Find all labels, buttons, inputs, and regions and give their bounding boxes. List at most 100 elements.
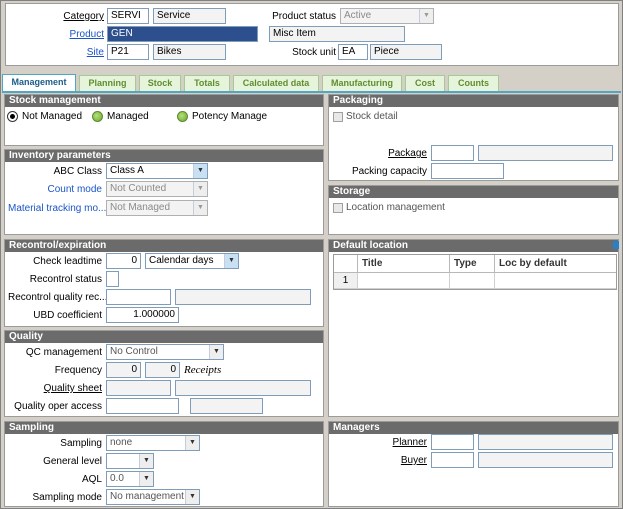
planner-label[interactable]: Planner	[333, 437, 427, 448]
quality-oper-access-label: Quality oper access	[14, 401, 102, 412]
managers-title: Managers	[329, 422, 618, 434]
aql-dropdown[interactable]: 0.0 ▼	[106, 471, 154, 487]
count-mode-dropdown[interactable]: Not Counted ▼	[106, 181, 208, 197]
product-status-value: Active	[344, 10, 372, 21]
expand-icon[interactable]	[613, 241, 619, 249]
cell-loc-by-default[interactable]	[495, 273, 616, 289]
abc-class-dropdown[interactable]: Class A ▼	[106, 163, 208, 179]
column-header-title[interactable]: Title	[358, 255, 450, 273]
sampling-title: Sampling	[5, 422, 323, 434]
recontrol-title: Recontrol/expiration	[5, 240, 323, 252]
quality-sheet-desc	[175, 380, 311, 396]
tab-management[interactable]: Management	[2, 74, 76, 92]
planner-desc	[478, 434, 613, 450]
abc-class-value: Class A	[110, 165, 144, 176]
not-managed-label: Not Managed	[22, 111, 83, 122]
material-tracking-label[interactable]: Material tracking mo...	[8, 203, 106, 214]
tab-stock[interactable]: Stock	[139, 75, 181, 91]
category-name-field: Service	[153, 8, 226, 24]
chevron-down-icon[interactable]: ▼	[224, 254, 238, 268]
qc-management-label: QC management	[25, 347, 102, 358]
chevron-down-icon[interactable]: ▼	[209, 345, 223, 359]
recontrol-quality-rec-field[interactable]	[106, 289, 171, 305]
stock-unit-label: Stock unit	[292, 47, 336, 58]
chevron-down-icon[interactable]: ▼	[193, 164, 207, 178]
managed-radio[interactable]	[92, 111, 103, 122]
check-leadtime-field[interactable]: 0	[106, 253, 141, 269]
stock-management-title: Stock management	[5, 95, 323, 107]
leadtime-unit-value: Calendar days	[149, 255, 214, 266]
package-desc	[478, 145, 613, 161]
column-header-type[interactable]: Type	[450, 255, 495, 273]
default-location-grid: Title Type Loc by default 1	[333, 254, 617, 290]
quality-oper-access-desc	[190, 398, 263, 414]
recontrol-status-field[interactable]	[106, 271, 119, 287]
tab-counts[interactable]: Counts	[448, 75, 499, 91]
site-code-field[interactable]: P21	[107, 44, 149, 60]
tab-manufacturing[interactable]: Manufacturing	[322, 75, 402, 91]
category-label[interactable]: Category	[62, 11, 104, 22]
tab-cost[interactable]: Cost	[405, 75, 445, 91]
quality-oper-access-field[interactable]	[106, 398, 179, 414]
chevron-down-icon[interactable]: ▼	[193, 182, 207, 196]
stock-unit-name-field: Piece	[370, 44, 442, 60]
stock-unit-code-field[interactable]: EA	[338, 44, 368, 60]
product-status-dropdown[interactable]: Active ▼	[340, 8, 434, 24]
chevron-down-icon[interactable]: ▼	[419, 9, 433, 23]
product-code-field[interactable]: GEN	[107, 26, 258, 42]
chevron-down-icon[interactable]: ▼	[185, 490, 199, 504]
chevron-down-icon[interactable]: ▼	[139, 454, 153, 468]
potency-manage-radio[interactable]	[177, 111, 188, 122]
product-status-label: Product status	[272, 11, 336, 22]
ubd-coefficient-field[interactable]: 1.000000	[106, 307, 179, 323]
managed-label: Managed	[107, 111, 149, 122]
chevron-down-icon[interactable]: ▼	[193, 201, 207, 215]
potency-manage-label: Potency Manage	[192, 111, 268, 122]
cell-title[interactable]	[358, 273, 450, 289]
column-header-loc-by-default[interactable]: Loc by default	[495, 255, 616, 273]
material-tracking-value: Not Managed	[110, 202, 171, 213]
sampling-dropdown[interactable]: none ▼	[106, 435, 200, 451]
buyer-field[interactable]	[431, 452, 474, 468]
category-code-field[interactable]: SERVI	[107, 8, 149, 24]
site-label[interactable]: Site	[62, 47, 104, 58]
frequency-unit-label: Receipts	[184, 364, 222, 376]
sampling-mode-dropdown[interactable]: No management ▼	[106, 489, 200, 505]
quality-title: Quality	[5, 331, 323, 343]
packing-capacity-field[interactable]	[431, 163, 504, 179]
general-level-dropdown[interactable]: ▼	[106, 453, 154, 469]
quality-sheet-field[interactable]	[106, 380, 171, 396]
tab-planning[interactable]: Planning	[79, 75, 136, 91]
abc-class-label: ABC Class	[53, 166, 102, 177]
sampling-value: none	[110, 437, 133, 448]
chevron-down-icon[interactable]: ▼	[185, 436, 199, 450]
package-label[interactable]: Package	[333, 148, 427, 159]
grid-corner	[334, 255, 358, 273]
package-field[interactable]	[431, 145, 474, 161]
material-tracking-dropdown[interactable]: Not Managed ▼	[106, 200, 208, 216]
quality-sheet-label[interactable]: Quality sheet	[10, 383, 102, 394]
recontrol-status-label: Recontrol status	[29, 274, 102, 285]
tab-totals[interactable]: Totals	[184, 75, 230, 91]
planner-field[interactable]	[431, 434, 474, 450]
location-management-checkbox[interactable]	[333, 203, 343, 213]
inventory-title: Inventory parameters	[5, 150, 323, 162]
stock-detail-label: Stock detail	[346, 111, 398, 122]
leadtime-unit-dropdown[interactable]: Calendar days ▼	[145, 253, 239, 269]
chevron-down-icon[interactable]: ▼	[139, 472, 153, 486]
recontrol-quality-rec-label: Recontrol quality rec...	[8, 292, 108, 303]
product-label[interactable]: Product	[62, 29, 104, 40]
buyer-label[interactable]: Buyer	[333, 455, 427, 466]
ubd-coefficient-label: UBD coefficient	[33, 310, 102, 321]
cell-type[interactable]	[450, 273, 495, 289]
frequency-label: Frequency	[54, 365, 102, 376]
not-managed-radio[interactable]	[7, 111, 18, 122]
tab-calculated-data[interactable]: Calculated data	[233, 75, 319, 91]
row-number[interactable]: 1	[334, 273, 358, 289]
qc-management-value: No Control	[110, 346, 158, 357]
frequency-a-field[interactable]: 0	[106, 362, 141, 378]
count-mode-label[interactable]: Count mode	[10, 184, 102, 195]
stock-detail-checkbox[interactable]	[333, 112, 343, 122]
frequency-b-field[interactable]: 0	[145, 362, 180, 378]
qc-management-dropdown[interactable]: No Control ▼	[106, 344, 224, 360]
